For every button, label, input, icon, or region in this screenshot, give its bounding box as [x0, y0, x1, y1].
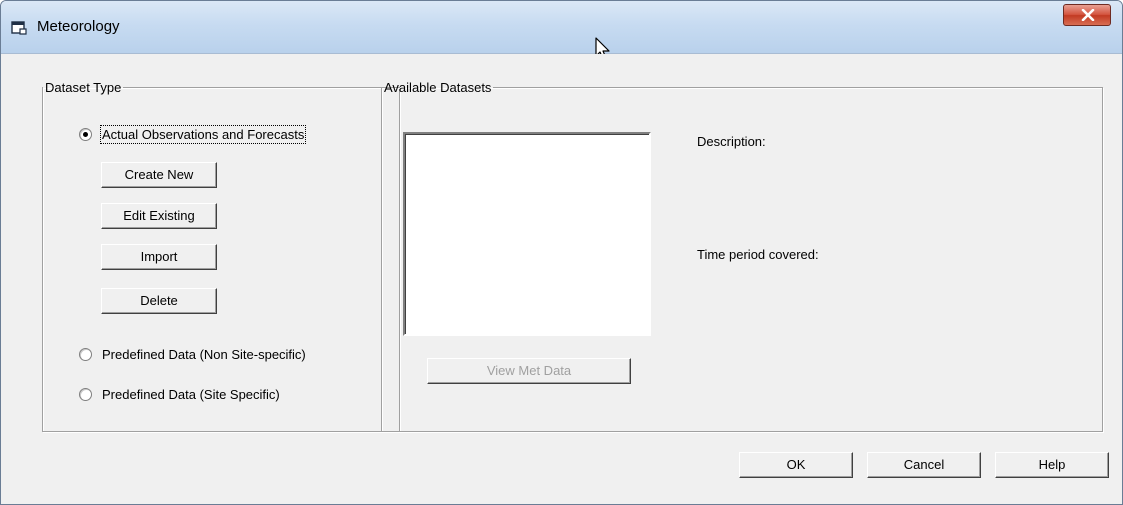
- meteorology-window: Meteorology Dataset Type Actual Observat…: [0, 0, 1123, 505]
- title-bar[interactable]: Meteorology: [1, 1, 1122, 54]
- radio-actual-observations-label: Actual Observations and Forecasts: [99, 125, 307, 144]
- close-button[interactable]: [1063, 4, 1111, 26]
- delete-button[interactable]: Delete: [101, 288, 217, 314]
- radio-predefined-site-label: Predefined Data (Site Specific): [102, 387, 280, 402]
- close-x-icon: [1081, 9, 1095, 21]
- radio-actual-observations[interactable]: Actual Observations and Forecasts: [79, 125, 307, 144]
- dialog-client-area: Dataset Type Actual Observations and For…: [9, 54, 1115, 496]
- window-title: Meteorology: [37, 18, 120, 35]
- radio-predefined-non-site-label: Predefined Data (Non Site-specific): [102, 347, 306, 362]
- window-app-icon: [11, 21, 27, 35]
- create-new-button[interactable]: Create New: [101, 162, 217, 188]
- dataset-type-legend: Dataset Type: [45, 80, 122, 95]
- ok-button[interactable]: OK: [739, 452, 853, 478]
- help-button[interactable]: Help: [995, 452, 1109, 478]
- import-button[interactable]: Import: [101, 244, 217, 270]
- time-period-label: Time period covered:: [697, 247, 819, 262]
- datasets-listbox[interactable]: [403, 132, 651, 336]
- available-datasets-legend: Available Datasets: [384, 80, 492, 95]
- radio-predefined-non-site[interactable]: Predefined Data (Non Site-specific): [79, 347, 306, 362]
- radio-unselected-icon: [79, 348, 92, 361]
- description-label: Description:: [697, 134, 766, 149]
- edit-existing-button[interactable]: Edit Existing: [101, 203, 217, 229]
- radio-unselected-icon: [79, 388, 92, 401]
- radio-predefined-site[interactable]: Predefined Data (Site Specific): [79, 387, 280, 402]
- view-met-data-button[interactable]: View Met Data: [427, 358, 631, 384]
- cancel-button[interactable]: Cancel: [867, 452, 981, 478]
- radio-selected-icon: [79, 128, 92, 141]
